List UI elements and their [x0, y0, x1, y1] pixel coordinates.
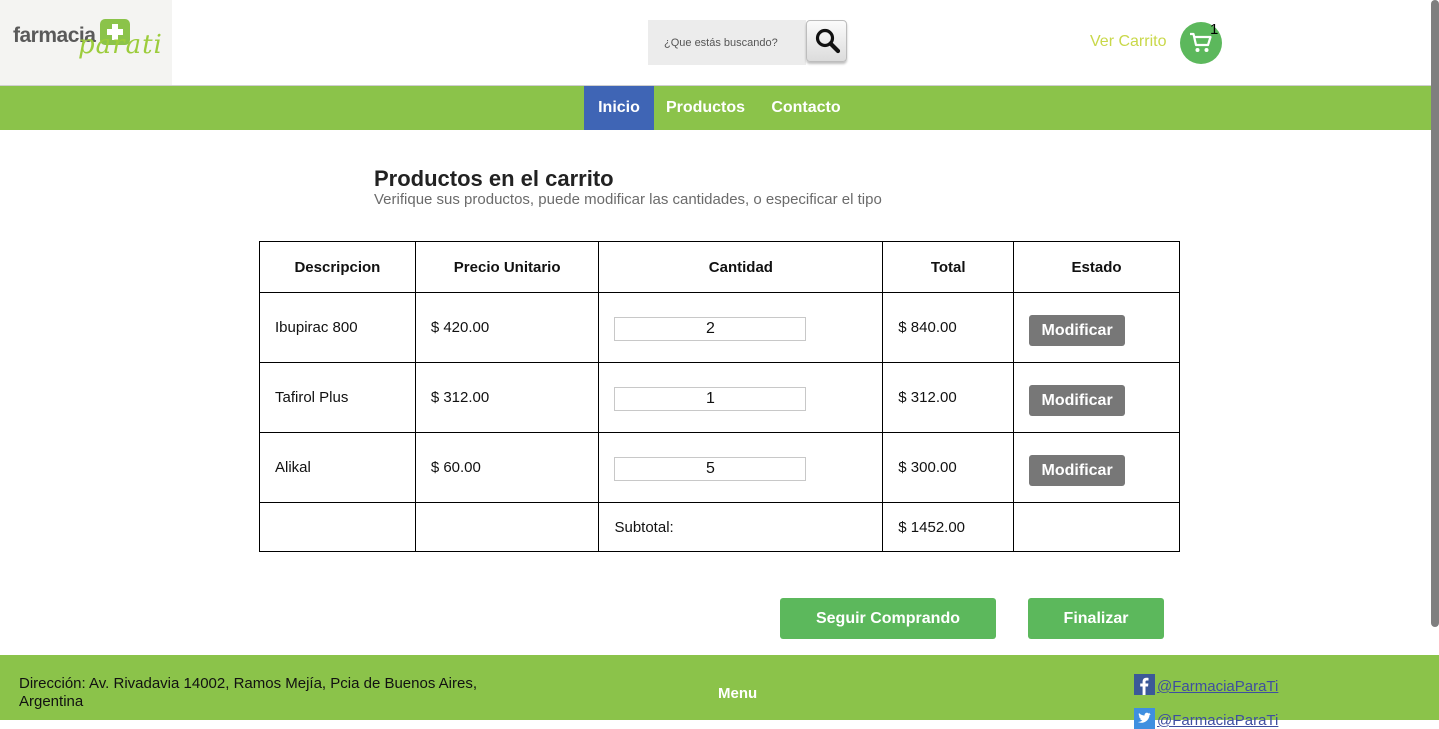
scrollbar[interactable] [1431, 0, 1439, 627]
search-input[interactable] [648, 20, 806, 65]
row-unit-price: $ 60.00 [414, 432, 600, 503]
search-icon [815, 28, 841, 54]
twitter-handle: @FarmaciaParaTi [1157, 712, 1279, 729]
modify-button[interactable]: Modificar [1029, 315, 1126, 346]
quantity-input[interactable] [614, 386, 807, 411]
table-row: Ibupirac 800 $ 420.00 $ 840.00 Modificar [259, 292, 1180, 363]
page-title: Productos en el carrito [374, 166, 614, 191]
footer-address: Dirección: Av. Rivadavia 14002, Ramos Me… [19, 675, 478, 710]
row-action-cell: Modificar [1013, 432, 1180, 503]
cart-table: Descripcion Precio Unitario Cantidad Tot… [259, 241, 1180, 552]
subtotal-value: $ 1452.00 [882, 502, 1015, 552]
header-total: Total [882, 241, 1015, 293]
row-quantity-cell [598, 292, 884, 363]
row-description: Tafirol Plus [259, 362, 416, 433]
empty-cell [414, 502, 600, 552]
row-action-cell: Modificar [1013, 292, 1180, 363]
header-precio-unitario: Precio Unitario [414, 241, 600, 293]
row-total: $ 840.00 [882, 292, 1015, 363]
row-quantity-cell [598, 432, 884, 503]
facebook-link[interactable]: @FarmaciaParaTi [1134, 674, 1278, 695]
footer-menu-heading: Menu [718, 685, 758, 702]
table-row: Tafirol Plus $ 312.00 $ 312.00 Modificar [259, 362, 1180, 433]
view-cart-link[interactable]: Ver Carrito [1090, 33, 1166, 51]
continue-shopping-button[interactable]: Seguir Comprando [780, 598, 996, 639]
twitter-icon [1134, 708, 1155, 729]
subtotal-label: Subtotal: [598, 502, 884, 552]
header: farmacia parati Ver Carrito 1 [0, 0, 1439, 86]
modify-button[interactable]: Modificar [1029, 385, 1126, 416]
row-total: $ 300.00 [882, 432, 1015, 503]
row-description: Ibupirac 800 [259, 292, 416, 363]
page-subtitle: Verifique sus productos, puede modificar… [374, 191, 882, 208]
footer: Dirección: Av. Rivadavia 14002, Ramos Me… [0, 655, 1439, 729]
row-unit-price: $ 312.00 [414, 362, 600, 433]
row-action-cell: Modificar [1013, 362, 1180, 433]
row-unit-price: $ 420.00 [414, 292, 600, 363]
quantity-input[interactable] [614, 316, 807, 341]
subtotal-row: Subtotal: $ 1452.00 [259, 502, 1180, 552]
search-button[interactable] [806, 20, 847, 62]
empty-cell [259, 502, 416, 552]
finish-button[interactable]: Finalizar [1028, 598, 1164, 639]
main-nav: Inicio Productos Contacto [0, 86, 1439, 130]
row-total: $ 312.00 [882, 362, 1015, 433]
row-description: Alikal [259, 432, 416, 503]
header-descripcion: Descripcion [259, 241, 416, 293]
table-header-row: Descripcion Precio Unitario Cantidad Tot… [259, 241, 1180, 293]
logo-text-script: parati [78, 30, 163, 60]
twitter-link[interactable]: @FarmaciaParaTi [1134, 708, 1278, 729]
cart-count-badge: 1 [1210, 21, 1219, 38]
logo[interactable]: farmacia parati [0, 0, 172, 85]
header-estado: Estado [1013, 241, 1180, 293]
modify-button[interactable]: Modificar [1029, 455, 1126, 486]
facebook-handle: @FarmaciaParaTi [1157, 678, 1279, 695]
nav-item-productos[interactable]: Productos [654, 86, 757, 130]
table-row: Alikal $ 60.00 $ 300.00 Modificar [259, 432, 1180, 503]
nav-item-inicio[interactable]: Inicio [584, 86, 654, 130]
nav-item-contacto[interactable]: Contacto [757, 86, 855, 130]
header-cantidad: Cantidad [598, 241, 884, 293]
empty-cell [1013, 502, 1180, 552]
row-quantity-cell [598, 362, 884, 433]
facebook-icon [1134, 674, 1155, 695]
quantity-input[interactable] [614, 456, 807, 481]
